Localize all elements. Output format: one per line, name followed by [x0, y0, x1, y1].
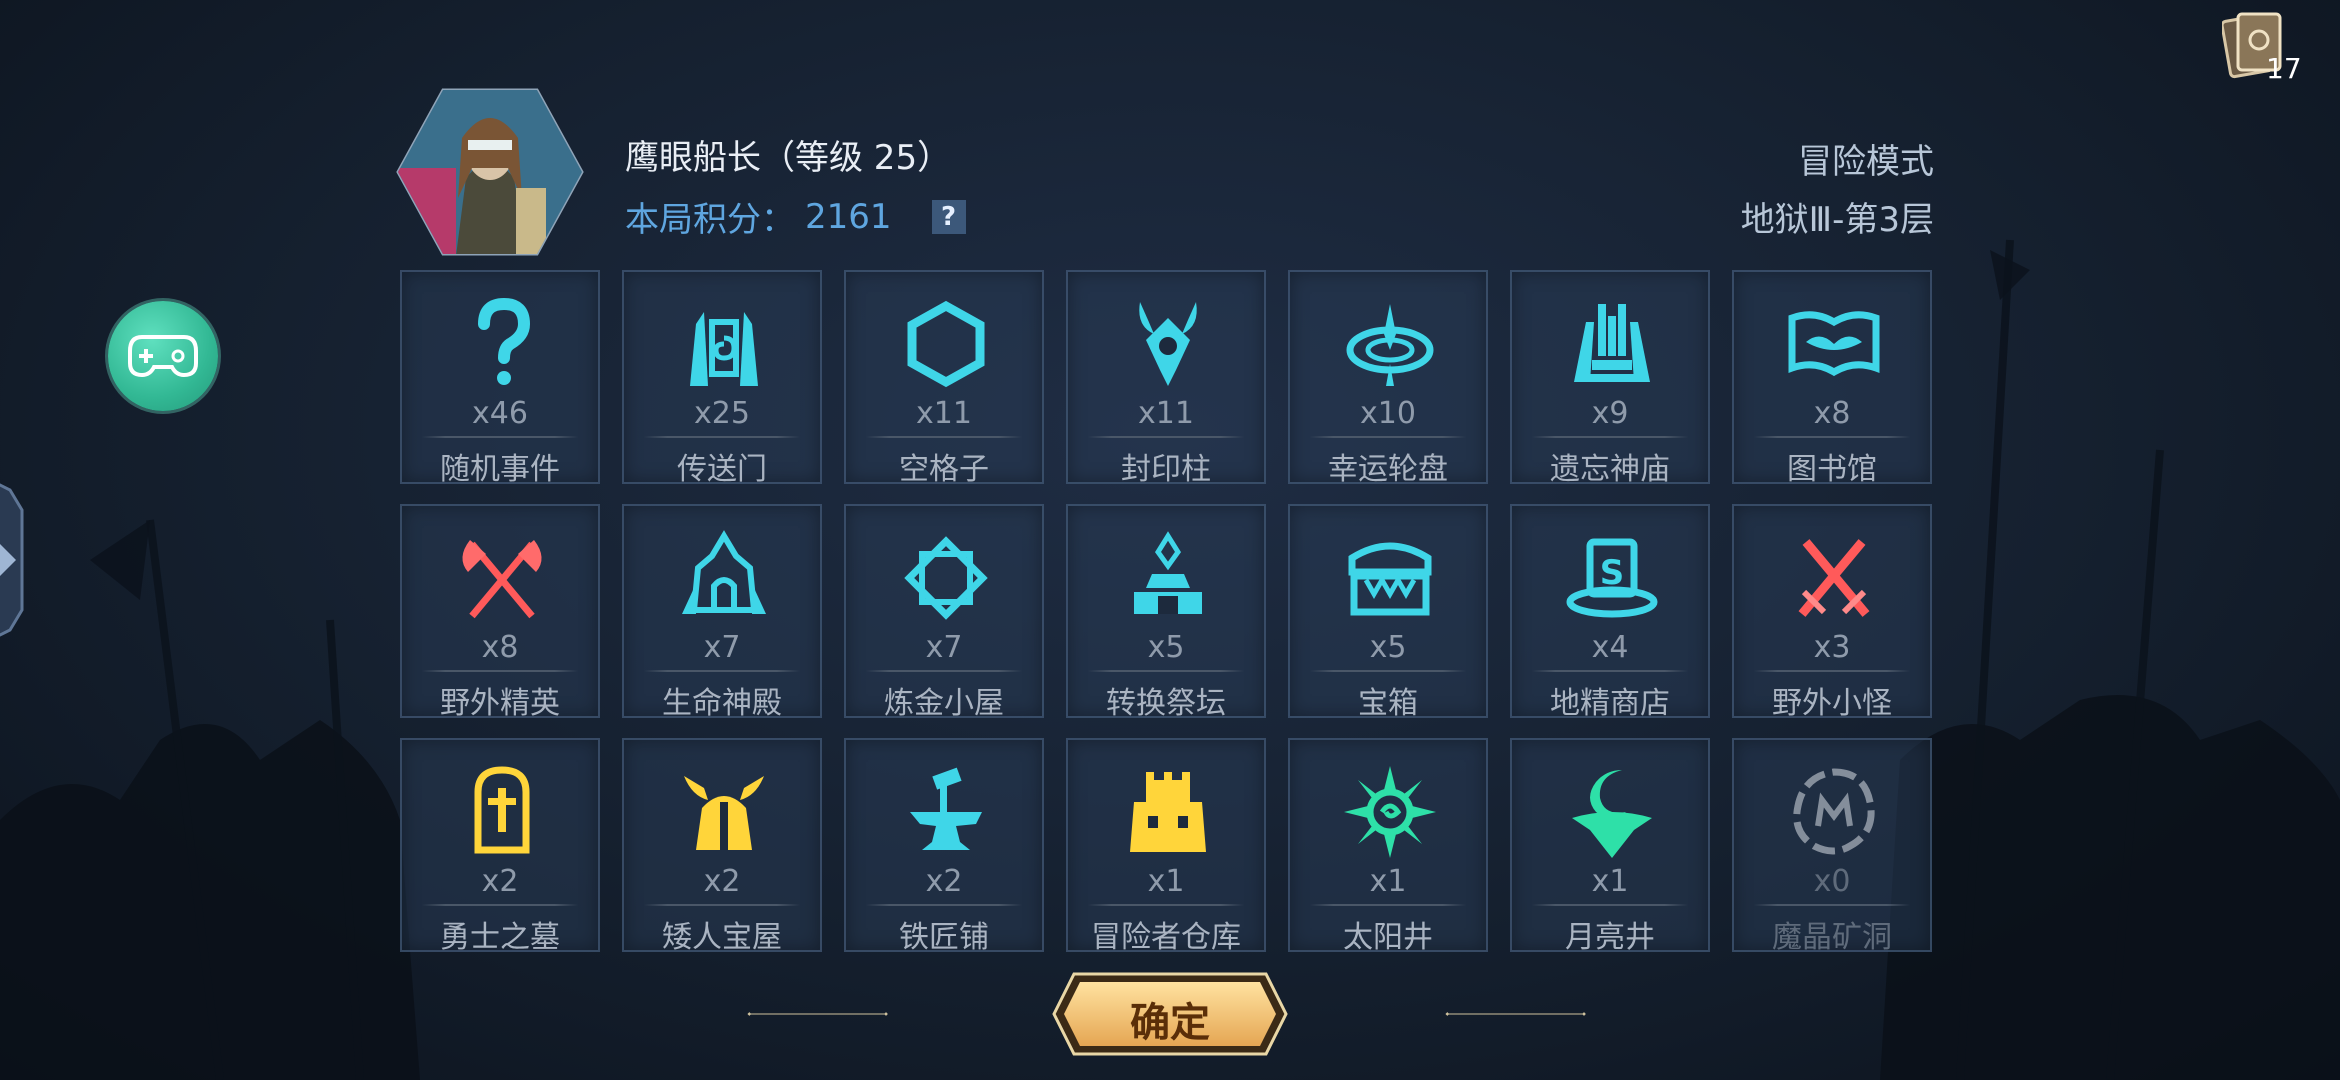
tile-grid: x46 随机事件 x25 传送门 x11 空格子 x11 封印柱 x10 幸运轮…	[400, 270, 1936, 955]
hexagon-icon	[907, 300, 985, 388]
tile-adventurer-warehouse[interactable]: x1 冒险者仓库	[1066, 738, 1266, 955]
open-book-icon	[1788, 311, 1880, 377]
tile-empty[interactable]: x11 空格子	[844, 270, 1044, 487]
gamepad-button[interactable]	[108, 301, 218, 411]
warehouse-tower-icon	[1130, 772, 1206, 852]
sun-well-icon	[1344, 766, 1436, 858]
floor-level: 地狱Ⅲ-第3层	[1740, 200, 1934, 240]
left-divider	[747, 1012, 888, 1016]
score-label: 本局积分：	[625, 200, 795, 240]
tile-life-shrine[interactable]: x7 生命神殿	[622, 504, 822, 721]
tile-random-event[interactable]: x46 随机事件	[400, 270, 600, 487]
tile-forgotten-temple[interactable]: x9 遗忘神庙	[1510, 270, 1710, 487]
tile-goblin-shop[interactable]: S x4 地精商店	[1510, 504, 1710, 721]
score-row: 本局积分： 2161 ?	[625, 192, 966, 241]
svg-text:S: S	[1600, 553, 1625, 593]
tile-field-monster[interactable]: x3 野外小怪	[1732, 504, 1932, 721]
game-mode: 冒险模式	[1798, 142, 1934, 182]
treasure-chest-icon	[1348, 542, 1432, 616]
question-mark-icon	[478, 297, 531, 385]
tile-treasure-chest[interactable]: x5 宝箱	[1288, 504, 1488, 721]
tile-hero-tomb[interactable]: x2 勇士之墓	[400, 738, 600, 955]
tile-portal[interactable]: x25 传送门	[622, 270, 822, 487]
tile-lucky-wheel[interactable]: x10 幸运轮盘	[1288, 270, 1488, 487]
crossed-axes-icon	[462, 540, 542, 619]
portal-gate-icon	[690, 312, 758, 386]
tombstone-icon	[474, 766, 530, 854]
gamepad-icon	[128, 335, 198, 378]
dwarf-helmet-icon	[684, 776, 764, 850]
moon-well-icon	[1572, 770, 1652, 858]
deck-count: 17	[2266, 52, 2302, 85]
tile-library[interactable]: x8 图书馆	[1732, 270, 1932, 487]
alchemy-frame-icon	[904, 536, 988, 620]
altar-icon	[1134, 531, 1202, 614]
confirm-button[interactable]: 确定	[1052, 972, 1288, 1056]
seal-pillar-icon	[1139, 302, 1197, 386]
life-shrine-icon	[682, 530, 766, 614]
avatar	[396, 88, 584, 256]
tile-dwarf-treasury[interactable]: x2 矮人宝屋	[622, 738, 822, 955]
crossed-swords-icon	[1798, 539, 1870, 617]
tile-seal-pillar[interactable]: x11 封印柱	[1066, 270, 1266, 487]
goblin-shop-hat-icon: S	[1566, 538, 1658, 618]
score-value: 2161	[805, 196, 892, 237]
crystal-mine-icon	[1793, 768, 1875, 855]
score-help-button[interactable]: ?	[931, 199, 966, 234]
side-drawer-tab[interactable]	[0, 470, 26, 650]
tile-sun-well[interactable]: x1 太阳井	[1288, 738, 1488, 955]
tile-conversion-altar[interactable]: x5 转换祭坛	[1066, 504, 1266, 721]
temple-pillars-icon	[1574, 304, 1650, 382]
tile-alchemy-hut[interactable]: x7 炼金小屋	[844, 504, 1044, 721]
lucky-wheel-icon	[1346, 304, 1434, 386]
tile-blacksmith[interactable]: x2 铁匠铺	[844, 738, 1044, 955]
right-divider	[1445, 1012, 1586, 1016]
tile-crystal-mine[interactable]: x0 魔晶矿洞	[1732, 738, 1932, 955]
anvil-hammer-icon	[910, 767, 982, 850]
confirm-label: 确定	[1130, 1000, 1210, 1046]
tile-moon-well[interactable]: x1 月亮井	[1510, 738, 1710, 955]
player-name: 鹰眼船长（等级 25）	[625, 138, 952, 178]
tile-field-elite[interactable]: x8 野外精英	[400, 504, 600, 721]
